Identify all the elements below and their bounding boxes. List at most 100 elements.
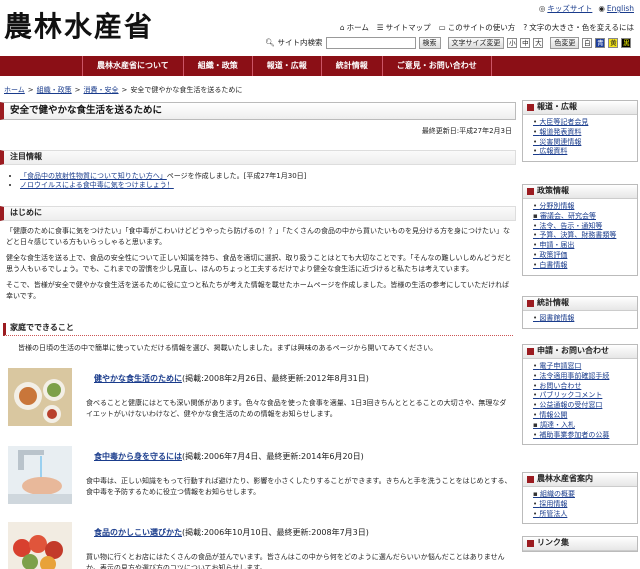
intro-paragraph: 「健康のために食事に気をつけたい」「食中毒がこわいけどどうやったら防げるの！？」…: [6, 227, 510, 246]
crumb-organization[interactable]: 組織・政策: [37, 86, 72, 95]
intro-paragraph: そこで、皆様が安全で健やかな食生活を送るために役に立つと私たちが考えた情報を載せ…: [6, 281, 510, 300]
square-icon: [527, 348, 534, 355]
search-bar: 🔍︎ サイト内検索 検索 文字サイズ変更 小 中 大 色変更 白 青 黄 黒: [265, 37, 632, 49]
sidebar-link[interactable]: お問い合わせ: [533, 382, 631, 392]
nav-press[interactable]: 報道・広報: [253, 56, 322, 76]
list-item: 食品のかしこい選びかた(掲載:2006年10月10日、最終更新:2008年7月3…: [8, 522, 516, 569]
crumb-home[interactable]: ホーム: [4, 86, 25, 95]
sidebar-heading: 農林水産省案内: [523, 473, 637, 487]
search-input[interactable]: [325, 37, 416, 49]
sidebar-link[interactable]: 所管法人: [533, 510, 631, 520]
sidebar-link[interactable]: パブリックコメント: [533, 391, 631, 401]
sidebar-link[interactable]: 法令適用事前確認手続: [533, 372, 631, 382]
nav-statistics[interactable]: 統計情報: [322, 56, 383, 76]
sitemap-link[interactable]: ☰ サイトマップ: [377, 23, 431, 33]
sidebar-link[interactable]: 広報資料: [533, 147, 631, 157]
intro-heading: はじめに: [0, 206, 516, 221]
home-tips-heading: 家庭でできること: [3, 323, 513, 336]
breadcrumb: ホーム > 組織・政策 > 消費・安全 > 安全で健やかな食生活を送るために: [4, 86, 242, 95]
square-icon: [527, 300, 534, 307]
search-label: サイト内検索: [277, 37, 323, 47]
sidebar-link[interactable]: 白書情報: [533, 261, 631, 271]
home-tips-intro: 皆様の日頃の生活の中で簡単に使っていただける情報を選び、掲載いたしました。まずは…: [18, 344, 438, 352]
sidebar-link[interactable]: 政策評価: [533, 251, 631, 261]
font-size-medium[interactable]: 中: [520, 38, 531, 48]
home-icon: ⌂: [339, 23, 345, 32]
sidebar-link[interactable]: 調達・入札: [533, 421, 631, 431]
color-change-label: 色変更: [550, 37, 580, 49]
sidebar-link[interactable]: 分野別情報: [533, 202, 631, 212]
font-color-help-link[interactable]: ? 文字の大きさ・色を変えるには: [523, 23, 634, 33]
sidebar-link[interactable]: 図書館情報: [533, 314, 631, 324]
page-title: 安全で健やかな食生活を送るために: [0, 102, 516, 120]
sidebar-heading: 政策情報: [523, 185, 637, 199]
square-icon: [527, 476, 534, 483]
sidebar-link[interactable]: 採用情報: [533, 500, 631, 510]
sidebar-link[interactable]: 公益通報の受付窓口: [533, 401, 631, 411]
english-link[interactable]: ◉ English: [598, 4, 634, 14]
notice-link[interactable]: 「食品中の放射性物質について知りたい方へ」: [20, 172, 167, 180]
entry-link[interactable]: 食品のかしこい選びかた: [94, 528, 182, 537]
color-white[interactable]: 白: [582, 38, 593, 48]
notice-heading: 注目情報: [0, 150, 516, 165]
home-link[interactable]: ⌂ ホーム: [340, 23, 369, 33]
entry-description: 食べることと健康にはとても深い関係があります。色々な食品を使った食事を適量、1日…: [86, 399, 507, 418]
sidebar-link[interactable]: 予算、決算、財務書類等: [533, 231, 631, 241]
color-yellow[interactable]: 黄: [608, 38, 619, 48]
sidebar-link[interactable]: 法令、告示・通知等: [533, 222, 631, 232]
sidebar-link[interactable]: 災害関連情報: [533, 138, 631, 148]
square-icon: [527, 188, 534, 195]
square-icon: [527, 104, 534, 111]
entry-title: 健やかな食生活のために(掲載:2008年2月26日、最終更新:2012年8月31…: [94, 374, 369, 383]
sidebar-box-policy: 政策情報 分野別情報 審議会、研究会等 法令、告示・通知等 予算、決算、財務書類…: [522, 184, 638, 276]
search-icon: 🔍︎: [265, 37, 275, 47]
crumb-sep: >: [27, 86, 34, 94]
handwashing-photo: [8, 446, 72, 504]
notice-list: 「食品中の放射性物質について知りたい方へ」ページを作成しました。[平成27年1月…: [14, 172, 306, 191]
entry-title: 食品のかしこい選びかた(掲載:2006年10月10日、最終更新:2008年7月3…: [94, 528, 369, 537]
page: 農林水産省 ◎ キッズサイト ◉ English ⌂ ホーム ☰ サイトマップ ▭ このサ…: [0, 0, 640, 569]
sidebar-link[interactable]: 情報公開: [533, 411, 631, 421]
entry-description: 買い物に行くとお店にはたくさんの食品が並んでいます。皆さんはこの中から何をどのよ…: [86, 553, 505, 569]
sidebar-box-press: 報道・広報 大臣等記者会見 報道発表資料 災害関連情報 広報資料: [522, 100, 638, 163]
entry-link[interactable]: 食中毒から身を守るには: [94, 452, 182, 461]
intro-text: 「健康のために食事に気をつけたい」「食中毒がこわいけどどうやったら防げるの！？」…: [6, 226, 514, 307]
square-icon: [527, 540, 534, 547]
sidebar-heading[interactable]: リンク集: [523, 537, 637, 551]
search-button[interactable]: 検索: [418, 37, 441, 49]
entry-title: 食中毒から身を守るには(掲載:2006年7月4日、最終更新:2014年6月20日…: [94, 452, 364, 461]
crumb-current: 安全で健やかな食生活を送るために: [130, 86, 243, 94]
sidebar-box-contact: 申請・お問い合わせ 電子申請窓口 法令適用事前確認手続 お問い合わせ パブリック…: [522, 344, 638, 446]
sidebar-link[interactable]: 大臣等記者会見: [533, 118, 631, 128]
crumb-sep: >: [74, 86, 81, 94]
sidebar-link[interactable]: 申請・届出: [533, 241, 631, 251]
sidebar-link[interactable]: 組織の概要: [533, 490, 631, 500]
nav-organization-policy[interactable]: 組織・政策: [184, 56, 253, 76]
sidebar-link[interactable]: 電子申請窓口: [533, 362, 631, 372]
sidebar-box-about: 農林水産省案内 組織の概要 採用情報 所管法人: [522, 472, 638, 525]
sidebar-heading: 申請・お問い合わせ: [523, 345, 637, 359]
font-size-large[interactable]: 大: [533, 38, 544, 48]
entry-description: 食中毒は、正しい知識をもって行動すれば避けたり、影響を小さくしたりすることができ…: [86, 477, 512, 496]
food-photo: [8, 368, 72, 426]
list-item: 健やかな食生活のために(掲載:2008年2月26日、最終更新:2012年8月31…: [8, 368, 516, 438]
shopping-photo: [8, 522, 72, 569]
color-blue[interactable]: 青: [595, 38, 606, 48]
global-nav: 農林水産省について 組織・政策 報道・広報 統計情報 ご意見・お問い合わせ: [0, 56, 640, 76]
entry-link[interactable]: 健やかな食生活のために: [94, 374, 182, 383]
kids-site-link[interactable]: ◎ キッズサイト: [539, 4, 593, 14]
sidebar-link[interactable]: 補助事業参加者の公募: [533, 431, 631, 441]
crumb-consumer-safety[interactable]: 消費・安全: [84, 86, 119, 95]
nav-about[interactable]: 農林水産省について: [82, 56, 184, 76]
howto-link[interactable]: ▭ このサイトの使い方: [439, 23, 516, 33]
globe-icon: ◉: [598, 4, 605, 13]
sidebar-link[interactable]: 審議会、研究会等: [533, 212, 631, 222]
list-item: 食中毒から身を守るには(掲載:2006年7月4日、最終更新:2014年6月20日…: [8, 446, 516, 508]
color-black[interactable]: 黒: [621, 38, 632, 48]
font-size-small[interactable]: 小: [507, 38, 518, 48]
nav-contact[interactable]: ご意見・お問い合わせ: [383, 56, 492, 76]
site-logo[interactable]: 農林水産省: [4, 8, 154, 46]
notice-link[interactable]: ノロウイルスによる食中毒に気をつけましょう！: [20, 181, 174, 189]
sidebar-link[interactable]: 報道発表資料: [533, 128, 631, 138]
sidebar-box-statistics: 統計情報 図書館情報: [522, 296, 638, 329]
